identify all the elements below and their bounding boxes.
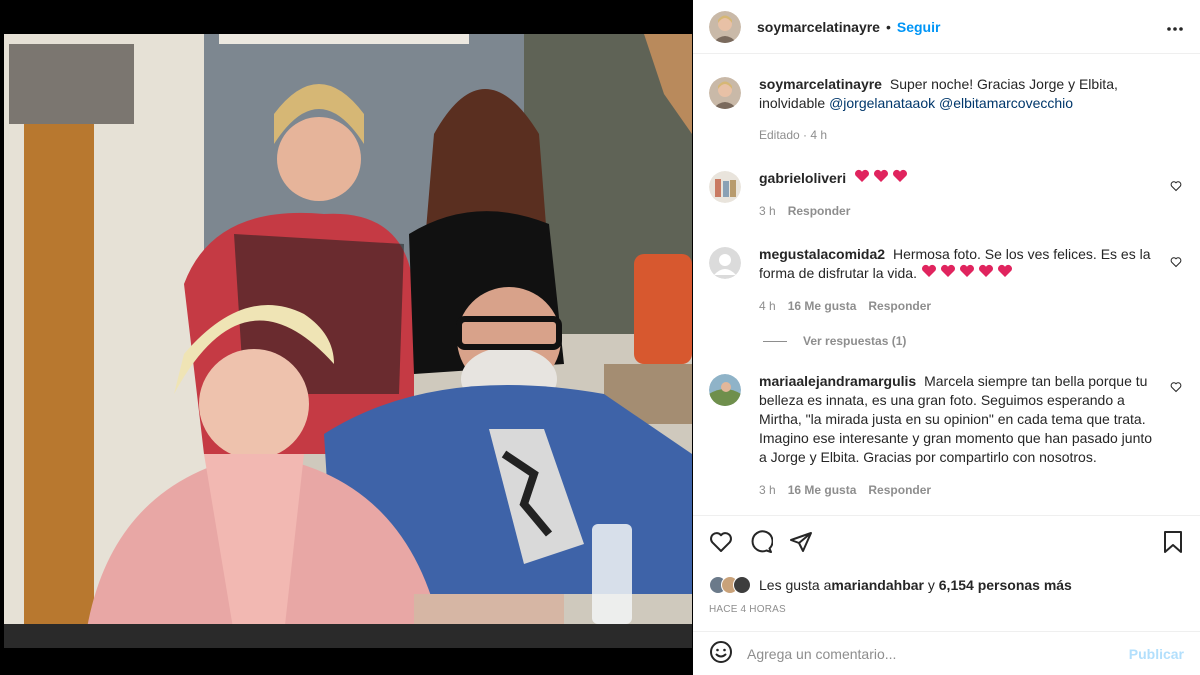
separator-dot: •	[885, 18, 891, 35]
comment-item: mariaalejandramargulis Marcela siempre t…	[709, 372, 1184, 500]
post-media-area	[0, 0, 693, 675]
like-comment-heart-icon[interactable]	[1170, 380, 1182, 393]
author-avatar[interactable]	[709, 10, 741, 43]
liker-avatar	[733, 576, 751, 594]
likes-others[interactable]: 6,154 personas más	[939, 577, 1072, 593]
post-photo[interactable]	[4, 34, 692, 648]
caption-username[interactable]: soymarcelatinayre	[759, 76, 882, 92]
commenter-avatar[interactable]	[709, 374, 741, 406]
follow-button[interactable]: Seguir	[897, 19, 941, 35]
like-comment-heart-icon[interactable]	[1170, 255, 1182, 268]
comment-like-count[interactable]: 16 Me gusta	[788, 297, 857, 316]
comment-input[interactable]: Agrega un comentario...	[747, 646, 1129, 662]
publish-button[interactable]: Publicar	[1129, 646, 1184, 662]
comment-meta: 3 h Responder	[759, 202, 1159, 221]
comment-hearts	[854, 169, 912, 186]
comment-hearts	[921, 264, 1017, 281]
edited-label: Editado · 4 h	[759, 128, 828, 142]
commenter-avatar-default[interactable]	[709, 247, 741, 279]
reply-button[interactable]: Responder	[868, 481, 931, 500]
caption-body: soymarcelatinayre Super noche! Gracias J…	[759, 75, 1159, 145]
reply-button[interactable]: Responder	[788, 202, 851, 221]
view-replies-label[interactable]: Ver respuestas (1)	[803, 334, 906, 348]
replies-divider-line	[763, 340, 787, 342]
comment-body: megustalacomida2 Hermosa foto. Se los ve…	[759, 245, 1159, 316]
comment-item: megustalacomida2 Hermosa foto. Se los ve…	[709, 245, 1184, 316]
comment-username[interactable]: megustalacomida2	[759, 246, 885, 262]
bookmark-icon[interactable]	[1162, 530, 1184, 557]
mention-link[interactable]: @elbitamarcovecchio	[939, 95, 1073, 111]
post-details-panel: soymarcelatinayre • Seguir soymarcelatin…	[693, 0, 1200, 675]
action-icons-row	[709, 529, 1184, 557]
heart-icon[interactable]	[709, 530, 733, 557]
comment-meta: 3 h 16 Me gusta Responder	[759, 481, 1159, 500]
likes-summary[interactable]: Les gusta a mariandahbar y 6,154 persona…	[709, 576, 1184, 594]
comment-username[interactable]: mariaalejandramargulis	[759, 373, 916, 389]
comment-icon[interactable]	[749, 529, 774, 557]
comment-like-count[interactable]: 16 Me gusta	[788, 481, 857, 500]
caption-author-avatar[interactable]	[709, 77, 741, 109]
comment-username[interactable]: gabrieloliveri	[759, 170, 846, 186]
commenter-avatar[interactable]	[709, 171, 741, 203]
mention-link[interactable]: @jorgelanataaok	[829, 95, 935, 111]
post-header: soymarcelatinayre • Seguir	[693, 0, 1200, 54]
likes-mid: y	[923, 577, 939, 593]
liker-avatars	[709, 576, 751, 594]
share-icon[interactable]	[789, 530, 813, 557]
caption-meta: Editado · 4 h	[759, 126, 1159, 145]
comments-list[interactable]: soymarcelatinayre Super noche! Gracias J…	[693, 55, 1200, 515]
like-comment-heart-icon[interactable]	[1170, 179, 1182, 192]
comment-time: 3 h	[759, 204, 776, 218]
post-actions: Les gusta a mariandahbar y 6,154 persona…	[693, 515, 1200, 615]
post-timestamp: HACE 4 HORAS	[709, 604, 786, 615]
emoji-icon[interactable]	[709, 640, 733, 667]
comment-meta: 4 h 16 Me gusta Responder	[759, 297, 1159, 316]
add-comment-bar: Agrega un comentario... Publicar	[693, 631, 1200, 675]
view-replies-button[interactable]: Ver respuestas (1)	[763, 334, 1184, 348]
reply-button[interactable]: Responder	[868, 297, 931, 316]
post-caption: soymarcelatinayre Super noche! Gracias J…	[709, 75, 1184, 145]
comment-time: 4 h	[759, 299, 776, 313]
comment-body: gabrieloliveri 3 h Responder	[759, 169, 1159, 221]
likes-prefix: Les gusta a	[759, 577, 832, 593]
author-username[interactable]: soymarcelatinayre	[757, 19, 880, 35]
comment-time: 3 h	[759, 483, 776, 497]
more-options-icon[interactable]	[1166, 16, 1184, 37]
comment-item: gabrieloliveri 3 h Responder	[709, 169, 1184, 221]
comment-body: mariaalejandramargulis Marcela siempre t…	[759, 372, 1159, 500]
liker-username[interactable]: mariandahbar	[831, 577, 924, 593]
